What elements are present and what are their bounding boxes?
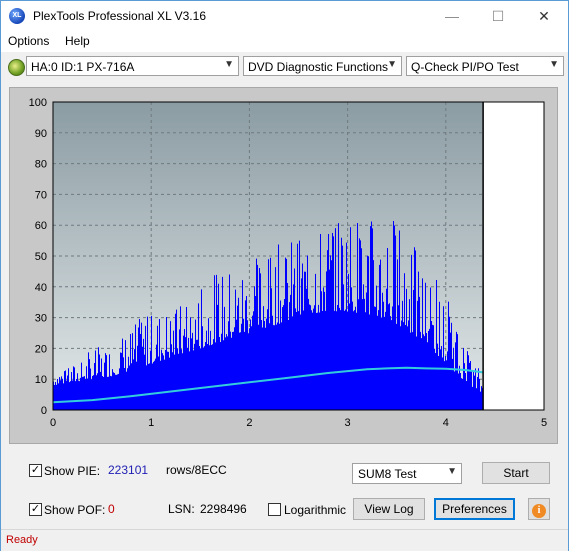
y-tick-label: 30	[35, 313, 47, 325]
function-select[interactable]: DVD Diagnostic Functions ▼	[243, 56, 402, 76]
drive-select-value: HA:0 ID:1 PX-716A	[31, 60, 135, 74]
function-select-value: DVD Diagnostic Functions	[248, 60, 389, 74]
lsn-value: 2298496	[200, 502, 247, 516]
minimize-button[interactable]: —	[429, 1, 475, 31]
app-logo-icon: XL	[9, 8, 25, 24]
test-select[interactable]: Q-Check PI/PO Test ▼	[406, 56, 564, 76]
y-tick-label: 70	[35, 189, 47, 201]
y-tick-label: 50	[35, 251, 47, 263]
chevron-down-icon: ▼	[224, 59, 234, 70]
y-tick-label: 20	[35, 343, 47, 355]
y-tick-label: 80	[35, 159, 47, 171]
status-bar: Ready	[1, 529, 568, 551]
info-icon: i	[532, 504, 546, 518]
lsn-label: LSN:	[168, 502, 195, 516]
show-pie-checkbox[interactable]: ✓	[29, 464, 42, 477]
show-pie-label: Show PIE:	[44, 464, 101, 478]
view-log-button[interactable]: View Log	[353, 498, 425, 520]
y-tick-label: 10	[35, 374, 47, 386]
y-tick-label: 40	[35, 282, 47, 294]
y-tick-label: 60	[35, 220, 47, 232]
x-tick-label: 1	[148, 417, 154, 429]
info-button[interactable]: i	[528, 498, 550, 520]
menu-bar: Options Help	[1, 31, 568, 52]
chevron-down-icon: ▼	[447, 466, 457, 477]
x-tick-label: 0	[50, 417, 56, 429]
chevron-down-icon: ▼	[549, 59, 559, 70]
x-tick-label: 3	[345, 417, 351, 429]
y-tick-label: 90	[35, 128, 47, 140]
app-window: XL PlexTools Professional XL V3.16 — ☐ ✕…	[0, 0, 569, 551]
pof-count-value: 0	[108, 502, 115, 516]
pie-count-value: 223101	[108, 463, 149, 477]
y-tick-label: 0	[41, 405, 47, 417]
chart-panel: 0 10 20 30 40 50 60 70 80 90 100 0 1 2 3 4 5	[9, 87, 558, 444]
title-bar: XL PlexTools Professional XL V3.16 — ☐ ✕	[1, 1, 568, 31]
drive-status-icon	[8, 59, 25, 76]
unscanned-region	[483, 102, 544, 410]
sum-test-select[interactable]: SUM8 Test ▼	[352, 463, 462, 484]
logarithmic-label: Logarithmic	[284, 503, 347, 517]
window-title: PlexTools Professional XL V3.16	[33, 9, 206, 23]
preferences-button[interactable]: Preferences	[434, 498, 515, 520]
logarithmic-checkbox[interactable]	[268, 503, 281, 516]
sum-test-value: SUM8 Test	[358, 467, 417, 481]
menu-help[interactable]: Help	[65, 34, 90, 48]
x-tick-label: 5	[541, 417, 547, 429]
x-tick-label: 4	[443, 417, 449, 429]
menu-options[interactable]: Options	[8, 34, 49, 48]
maximize-button[interactable]: ☐	[475, 1, 521, 31]
y-tick-label: 100	[29, 97, 47, 109]
show-pof-checkbox[interactable]: ✓	[29, 503, 42, 516]
drive-select[interactable]: HA:0 ID:1 PX-716A ▼	[26, 56, 239, 76]
show-pof-label: Show POF:	[44, 503, 106, 517]
test-select-value: Q-Check PI/PO Test	[411, 60, 519, 74]
x-tick-label: 2	[246, 417, 252, 429]
pi-po-chart: 0 10 20 30 40 50 60 70 80 90 100 0 1 2 3 4 5	[29, 97, 547, 429]
rows-unit-label: rows/8ECC	[166, 463, 227, 477]
close-button[interactable]: ✕	[521, 1, 567, 31]
start-button[interactable]: Start	[482, 462, 550, 484]
chevron-down-icon: ▼	[387, 59, 397, 70]
status-text: Ready	[6, 534, 38, 546]
